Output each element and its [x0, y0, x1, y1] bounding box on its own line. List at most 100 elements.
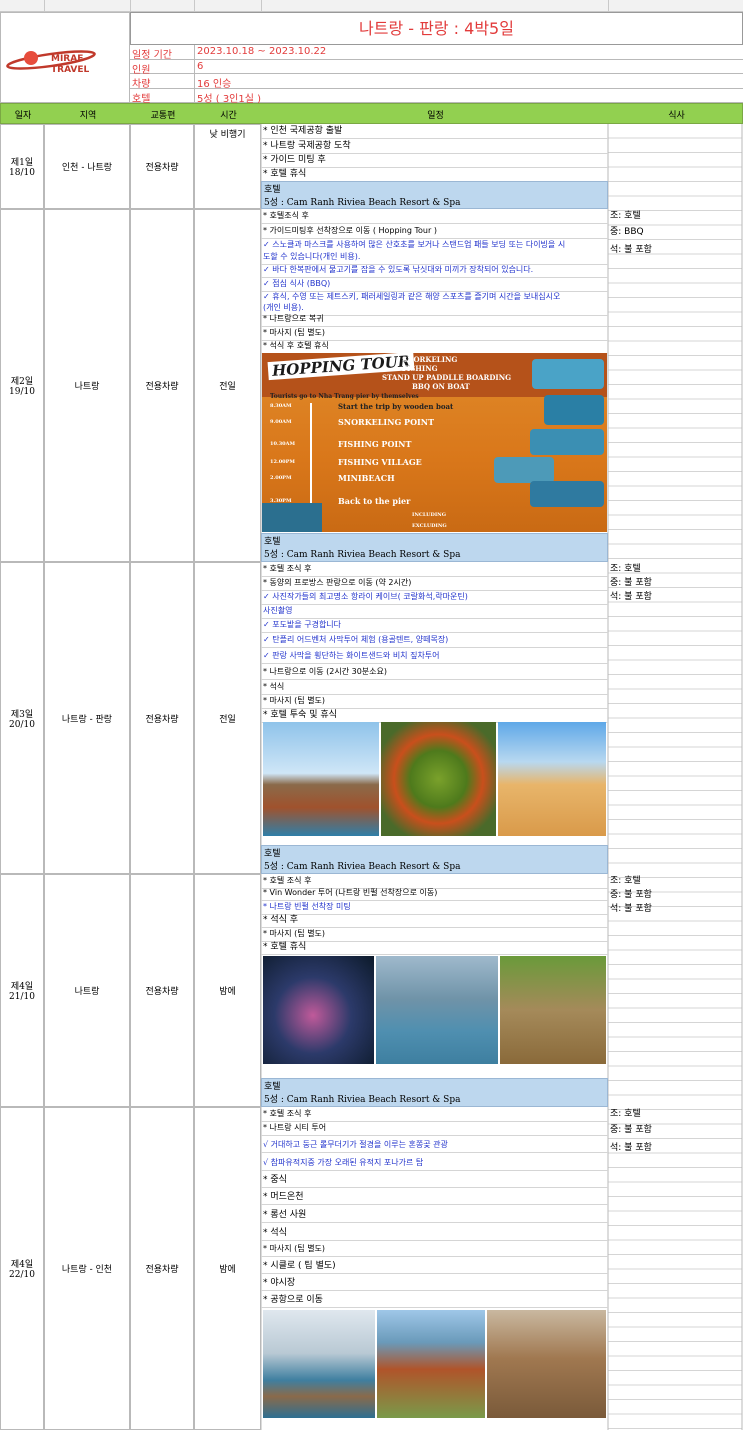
- poster-step6-label: Back to the pier: [338, 496, 411, 506]
- info-people: 인원 6: [130, 59, 743, 76]
- day2-item-5: ✓ 바다 한복판에서 물고기를 잡을 수 있도록 낚싯대와 미끼가 장착되어 있…: [261, 263, 608, 278]
- day4-time: 밤에: [194, 874, 261, 1107]
- photo-grapes: [381, 722, 496, 836]
- day4-date: 제4일 21/10: [0, 874, 44, 1107]
- day3-hotel: 호텔 5성 : Cam Ranh Riviea Beach Resort & S…: [261, 845, 608, 874]
- poster-photo-2: [544, 395, 604, 425]
- photo-mud-bath: [487, 1310, 606, 1418]
- day2-meal-2: 중: BBQ: [610, 227, 644, 237]
- day3-item-10: * 마사지 (팁 별도): [261, 694, 608, 709]
- poster-photo-6: [262, 503, 322, 532]
- poster-intro: Tourists go to Nha Trang pier by themsel…: [270, 393, 419, 400]
- day2-region: 나트랑: [44, 209, 130, 562]
- day5-transport: 전용차량: [130, 1107, 194, 1430]
- day3-meal-1: 조: 호텔: [610, 564, 641, 574]
- day4-transport: 전용차량: [130, 874, 194, 1107]
- spreadsheet-column-strip: [0, 0, 743, 12]
- day5-item-10: * 시클로 ( 팁 별도): [261, 1259, 608, 1274]
- hotel-name: 5성 : Cam Ranh Riviea Beach Resort & Spa: [264, 198, 461, 208]
- day5-item-1: * 호텔 조식 후: [261, 1107, 608, 1122]
- day3-item-2: * 동양의 프로방스 판랑으로 이동 (약 2시간): [261, 576, 608, 591]
- day2-hotel: 호텔 5성 : Cam Ranh Riviea Beach Resort & S…: [261, 533, 608, 562]
- day3-region: 나트랑 - 판랑: [44, 562, 130, 874]
- day2-item-1: * 호텔조식 후: [261, 209, 608, 224]
- hotel-label: 호텔: [264, 1082, 281, 1092]
- day5-item-2: * 나트랑 시티 투어: [261, 1121, 608, 1136]
- day1-hotel: 호텔 5성 : Cam Ranh Riviea Beach Resort & S…: [261, 181, 608, 209]
- col-time: 시간: [220, 111, 237, 121]
- day2-date: 제2일 19/10: [0, 209, 44, 562]
- day3-item-1: * 호텔 조식 후: [261, 562, 608, 577]
- day4-hotel: 호텔 5성 : Cam Ranh Riviea Beach Resort & S…: [261, 1078, 608, 1107]
- poster-photo-3: [530, 429, 604, 455]
- day3-time: 전일: [194, 562, 261, 874]
- day5-meal-1: 조: 호텔: [610, 1109, 641, 1119]
- day3-item-3: ✓ 사진작가들의 최고명소 항라이 케이브( 코랄화석,락마운틴): [261, 590, 608, 605]
- poster-excluding: EXCLUDING: [412, 523, 447, 529]
- poster-step3-time: 10.30AM: [270, 441, 296, 447]
- photo-hon-chong: [263, 1310, 375, 1418]
- day5-region: 나트랑 - 인천: [44, 1107, 130, 1430]
- day1-transport: 전용차량: [130, 124, 194, 209]
- day4-meal-2: 중: 불 포함: [610, 890, 652, 900]
- photo-vinwonder-ride: [263, 956, 374, 1064]
- poster-photo-4: [494, 457, 554, 483]
- poster-photo-5: [530, 481, 604, 507]
- day4-meal-1: 조: 호텔: [610, 876, 641, 886]
- col-transport: 교통편: [150, 111, 176, 121]
- logo-text-2: TRAVEL: [51, 65, 90, 75]
- day1-region: 인천 - 나트랑: [44, 124, 130, 209]
- day3-item-7: ✓ 판랑 사막을 횡단하는 화이트샌드와 비치 짚차투어: [261, 649, 608, 664]
- day5-item-6: * 머드온천: [261, 1190, 608, 1205]
- day1-item-1: * 인천 국제공항 출발: [261, 124, 608, 139]
- photo-giraffe: [500, 956, 606, 1064]
- poster-line-4: BBQ ON BOAT: [412, 382, 470, 391]
- day1-item-4: * 호텔 휴식: [261, 167, 608, 182]
- day5-item-12: * 공항으로 이동: [261, 1293, 608, 1308]
- day3-item-4: 사진촬영: [261, 604, 608, 619]
- poster-line-1: SNORKELING: [402, 355, 458, 364]
- poster-including: INCLUDING: [412, 512, 447, 518]
- poster-step5-time: 2.00PM: [270, 475, 292, 481]
- poster-step5-label: MINIBEACH: [338, 473, 395, 483]
- day3-item-6: ✓ 탄플리 어드벤처 사막투어 체험 (용골텐트, 양떼목장): [261, 633, 608, 648]
- day5-item-3: √ 거대하고 둥근 롤무더기가 절경을 이루는 혼쫑곶 관광: [261, 1138, 608, 1153]
- company-logo: MIRAE TRAVEL: [0, 12, 130, 103]
- day3-meal-3: 석: 불 포함: [610, 592, 652, 602]
- poster-step4-label: FISHING VILLAGE: [338, 457, 422, 467]
- photo-po-nagar-tower: [377, 1310, 485, 1418]
- day3-item-8: * 나트랑으로 이동 (2시간 30분소요): [261, 665, 608, 680]
- poster-step1-label: Start the trip by wooden boat: [338, 402, 454, 411]
- day3-date: 제3일 20/10: [0, 562, 44, 874]
- hotel-label: 호텔: [264, 185, 281, 195]
- hopping-tour-poster: HOPPING TOUR SNORKELING FISHING STAND UP…: [262, 353, 607, 532]
- hotel-name: 5성 : Cam Ranh Riviea Beach Resort & Spa: [264, 862, 461, 872]
- day5-item-7: * 롱선 사원: [261, 1208, 608, 1223]
- day2-item-2: * 가이드미팅후 선착장으로 이동 ( Hopping Tour ): [261, 224, 608, 239]
- day1-time: 낮 비행기: [194, 124, 261, 209]
- poster-line-3: STAND UP PADDLLE BOARDING: [382, 373, 512, 382]
- poster-photo-1: [532, 359, 604, 389]
- day4-region: 나트랑: [44, 874, 130, 1107]
- day4-item-2: * Vin Wonder 투어 (나트랑 빈펄 선착장으로 이동): [261, 886, 608, 901]
- info-period: 일정 기간 2023.10.18 ~ 2023.10.22: [130, 45, 743, 61]
- day2-meal-3: 석: 불 포함: [610, 245, 652, 255]
- day1-item-2: * 나트랑 국제공항 도착: [261, 139, 608, 154]
- day1-item-3: * 가이드 미팅 후: [261, 153, 608, 168]
- day5-item-5: * 중식: [261, 1173, 608, 1188]
- poster-step1-time: 8.30AM: [270, 403, 292, 409]
- day3-transport: 전용차량: [130, 562, 194, 874]
- col-schedule: 일정: [427, 111, 444, 121]
- poster-step4-time: 12.00PM: [270, 459, 295, 465]
- photo-desert-jeep: [498, 722, 606, 836]
- col-date: 일자: [14, 111, 32, 121]
- col-meal: 식사: [668, 111, 685, 121]
- day2-meal-1: 조: 호텔: [610, 211, 641, 221]
- day5-date: 제4일 22/10: [0, 1107, 44, 1430]
- photo-cave-cliff: [263, 722, 379, 836]
- day3-item-11: * 호텔 투숙 및 휴식: [261, 708, 608, 723]
- day5-time: 밤에: [194, 1107, 261, 1430]
- day3-item-5: ✓ 포도밭을 구경합니다: [261, 618, 608, 633]
- day2-transport: 전용차량: [130, 209, 194, 562]
- day5-item-11: * 야시장: [261, 1276, 608, 1291]
